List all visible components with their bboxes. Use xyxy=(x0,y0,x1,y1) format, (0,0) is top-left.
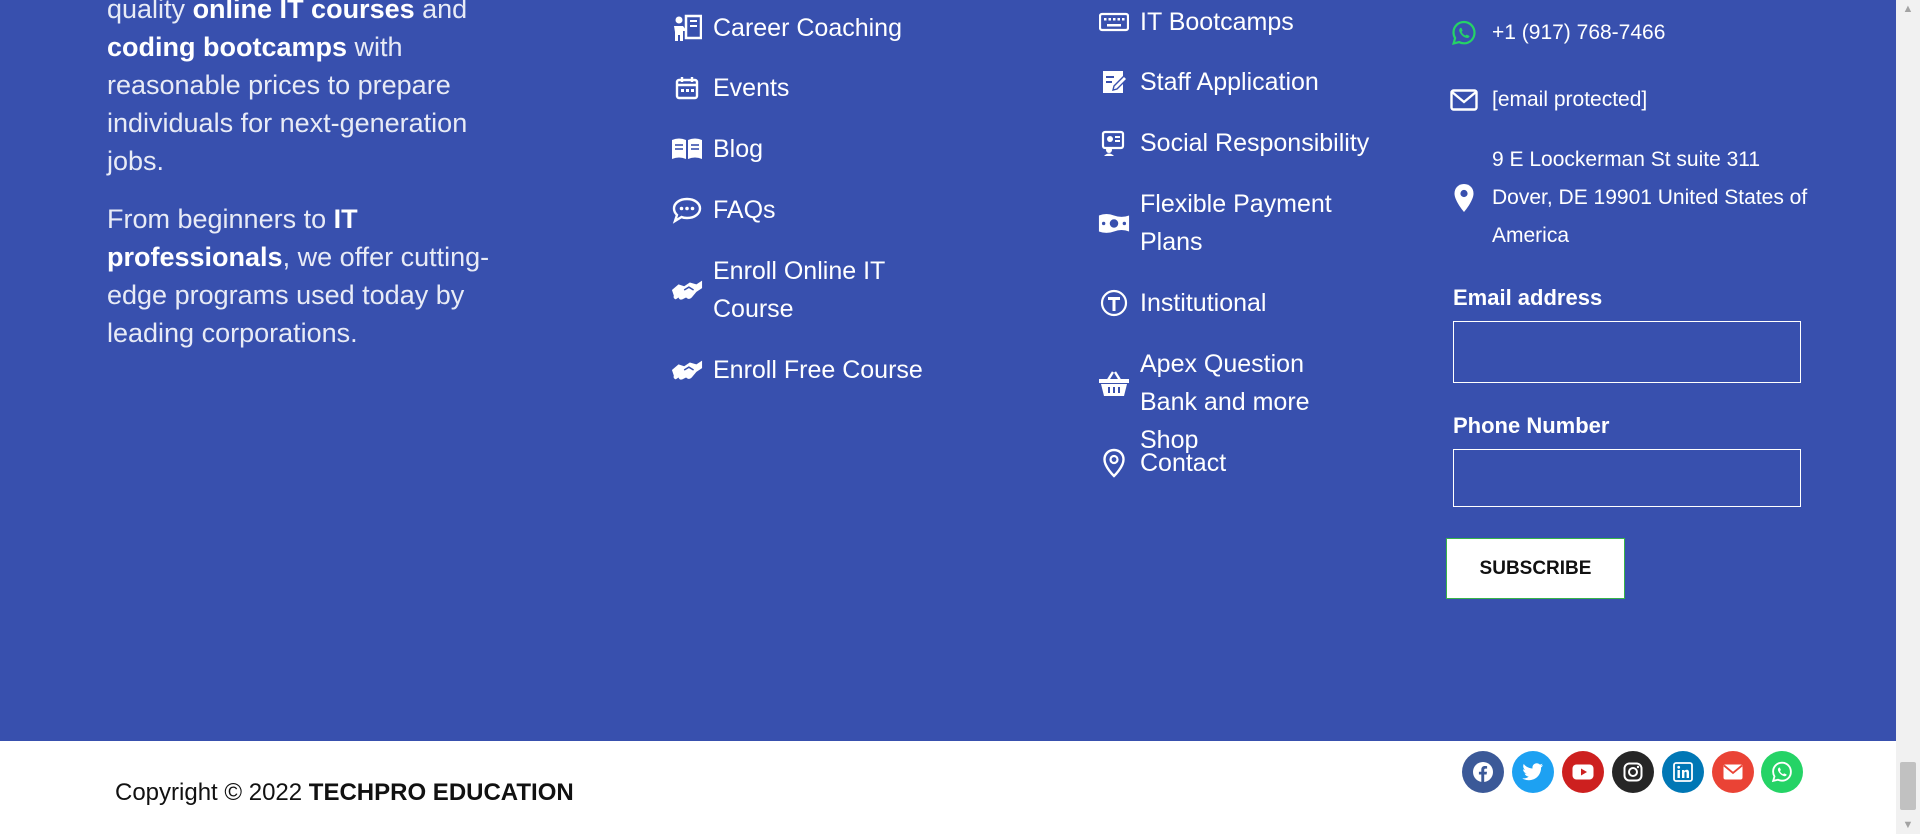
contact-phone-text: +1 (917) 768-7466 xyxy=(1492,21,1666,44)
instagram-icon[interactable] xyxy=(1612,751,1654,793)
facebook-icon[interactable] xyxy=(1462,751,1504,793)
shopping-basket-icon xyxy=(1098,345,1130,421)
nav-institutional[interactable]: Institutional xyxy=(1098,284,1266,322)
about-highlight-bootcamps: coding bootcamps xyxy=(107,32,348,62)
nav-label: Career Coaching xyxy=(713,14,902,42)
email-input[interactable] xyxy=(1453,321,1801,383)
nav-enroll-free-course[interactable]: Enroll Free Course xyxy=(671,351,923,389)
youtube-icon[interactable] xyxy=(1562,751,1604,793)
nav-career-coaching[interactable]: Career Coaching xyxy=(671,9,902,47)
institution-icon xyxy=(1098,284,1130,322)
map-pin-icon xyxy=(1450,183,1478,213)
handshake-icon xyxy=(671,252,703,328)
career-coaching-icon xyxy=(671,9,703,47)
nav-label: Enroll Online IT Course xyxy=(713,257,885,323)
scrollbar[interactable]: ▲ ▼ xyxy=(1896,0,1920,834)
person-badge-icon xyxy=(1098,124,1130,162)
scrollbar-thumb[interactable] xyxy=(1900,762,1916,810)
keyboard-icon xyxy=(1098,3,1130,41)
nav-staff-application[interactable]: Staff Application xyxy=(1098,63,1319,101)
map-pin-icon xyxy=(1098,444,1130,482)
nav-label: Events xyxy=(713,74,790,102)
footer-main: quality online IT courses and coding boo… xyxy=(0,0,1896,741)
nav-it-bootcamps[interactable]: IT Bootcamps xyxy=(1098,3,1294,41)
contact-address: 9 E Loockerman St suite 311 Dover, DE 19… xyxy=(1450,141,1812,255)
about-paragraph-1: quality online IT courses and coding boo… xyxy=(107,0,507,180)
nav-label: Contact xyxy=(1140,449,1227,477)
email-label: Email address xyxy=(1453,285,1603,310)
nav-label: FAQs xyxy=(713,196,776,224)
nav-label: Staff Application xyxy=(1140,68,1319,96)
subscribe-button[interactable]: SUBSCRIBE xyxy=(1446,538,1625,599)
envelope-icon xyxy=(1450,89,1478,111)
about-text: quality online IT courses and coding boo… xyxy=(107,0,507,372)
phone-label: Phone Number xyxy=(1453,413,1610,438)
chat-bubble-icon xyxy=(671,191,703,229)
about-paragraph-2: From beginners to IT professionals, we o… xyxy=(107,200,507,352)
whatsapp-icon[interactable] xyxy=(1761,751,1803,793)
brand-name: TECHPRO EDUCATION xyxy=(308,779,574,806)
nav-events[interactable]: Events xyxy=(671,69,789,107)
edit-document-icon xyxy=(1098,63,1130,101)
about-highlight-online-courses: online IT courses xyxy=(192,0,415,24)
contact-address-text: 9 E Loockerman St suite 311 Dover, DE 19… xyxy=(1492,148,1808,247)
envelope-icon[interactable] xyxy=(1712,751,1754,793)
about-text-segment: quality xyxy=(107,0,193,24)
nav-enroll-online-it-course[interactable]: Enroll Online IT Course xyxy=(671,252,901,328)
whatsapp-icon xyxy=(1450,20,1478,46)
linkedin-icon[interactable] xyxy=(1662,751,1704,793)
nav-faqs[interactable]: FAQs xyxy=(671,191,776,229)
handshake-icon xyxy=(671,351,703,389)
nav-apex-question-bank-shop[interactable]: Apex Question Bank and more Shop xyxy=(1098,345,1358,459)
nav-label: Apex Question Bank and more Shop xyxy=(1140,350,1310,454)
about-text-segment: and xyxy=(414,0,468,24)
copyright-text: Copyright © 2022 xyxy=(115,779,309,806)
nav-label: Flexible Payment Plans xyxy=(1140,190,1332,256)
nav-label: Social Responsibility xyxy=(1140,129,1370,157)
contact-phone[interactable]: +1 (917) 768-7466 xyxy=(1450,20,1665,46)
money-bill-icon xyxy=(1098,185,1130,261)
contact-email-text: [email protected] xyxy=(1492,88,1648,111)
phone-input[interactable] xyxy=(1453,449,1801,507)
scroll-up-arrow-icon[interactable]: ▲ xyxy=(1896,0,1920,18)
nav-social-responsibility[interactable]: Social Responsibility xyxy=(1098,124,1369,162)
nav-label: Institutional xyxy=(1140,289,1267,317)
scroll-down-arrow-icon[interactable]: ▼ xyxy=(1896,816,1920,834)
twitter-icon[interactable] xyxy=(1512,751,1554,793)
nav-blog[interactable]: Blog xyxy=(671,130,763,168)
about-text-segment: From beginners to xyxy=(107,204,334,234)
copyright: Copyright © 2022 TECHPRO EDUCATION xyxy=(115,779,574,807)
contact-email[interactable]: [email protected] xyxy=(1450,88,1647,112)
calendar-icon xyxy=(671,69,703,107)
nav-contact[interactable]: Contact xyxy=(1098,444,1226,482)
nav-label: Blog xyxy=(713,135,764,163)
nav-label: Enroll Free Course xyxy=(713,356,923,384)
nav-flexible-payment-plans[interactable]: Flexible Payment Plans xyxy=(1098,185,1338,261)
book-open-icon xyxy=(671,130,703,168)
nav-label: IT Bootcamps xyxy=(1140,8,1294,36)
